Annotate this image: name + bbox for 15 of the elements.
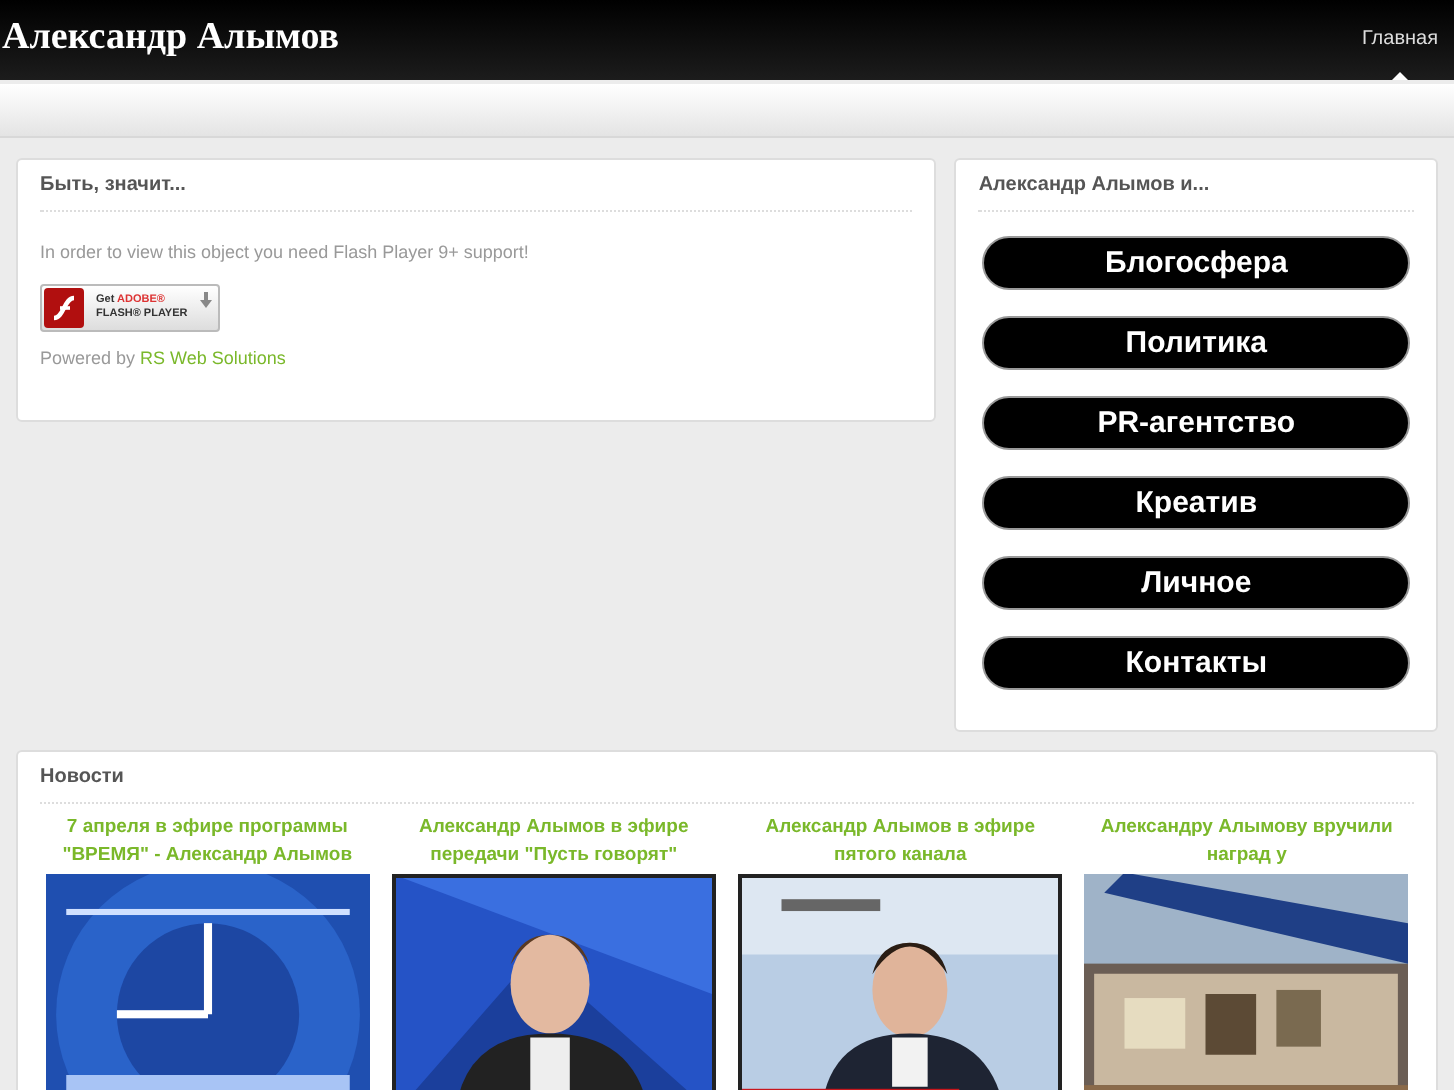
download-icon	[200, 292, 212, 308]
menu-link-button[interactable]: PR-агентство	[982, 396, 1411, 450]
powered-by-text: Powered by RS Web Solutions	[40, 348, 288, 368]
panel-title: Быть, значит...	[40, 160, 913, 212]
panel-title: Александр Алымов и...	[978, 160, 1414, 212]
menu-link-button[interactable]: Политика	[982, 316, 1411, 370]
nav-link[interactable]: Главная	[1361, 0, 1438, 80]
flash-message: In order to view this object you need Flash Player 9+ support!	[40, 242, 531, 262]
site-title: Александр Алымов	[2, 16, 340, 60]
menu-link-button[interactable]: Личное	[982, 556, 1411, 610]
menu-link-button[interactable]: Блогосфера	[982, 236, 1411, 290]
menu-link-button[interactable]: Креатив	[982, 476, 1411, 530]
flash-logo-icon	[44, 288, 84, 328]
panel-title: Новости	[40, 752, 1414, 804]
menu-link-button[interactable]: Контакты	[982, 636, 1411, 690]
